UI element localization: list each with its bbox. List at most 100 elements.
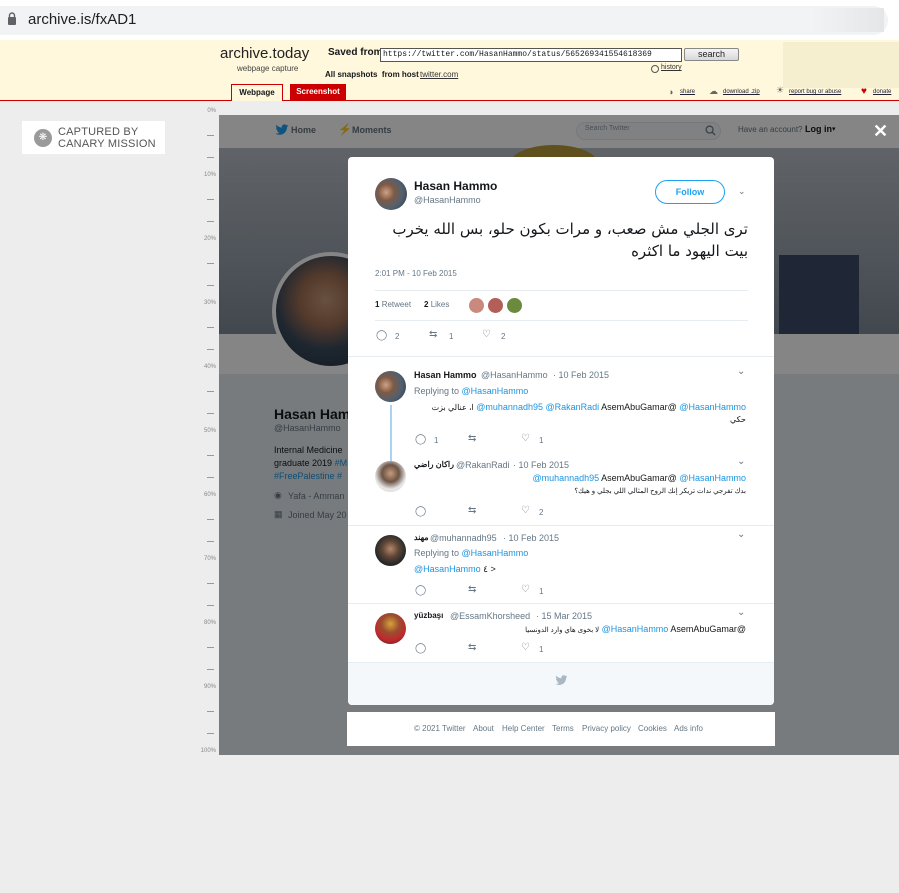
reply-date[interactable]: · 10 Feb 2015 — [513, 460, 569, 470]
footer-cookies[interactable]: Cookies — [638, 724, 667, 733]
ruler-tick — [207, 583, 214, 585]
close-icon[interactable]: ✕ — [873, 121, 888, 142]
history-link[interactable]: history — [661, 64, 682, 71]
reply-mention[interactable]: @HasanHammo — [602, 624, 669, 634]
replying-to: Replying to @HasanHammo — [414, 548, 528, 558]
reply-mention[interactable]: @HasanHammo — [414, 564, 481, 574]
ruler-label: 100% — [200, 748, 216, 754]
ruler-tick — [207, 668, 214, 670]
reply-author-name[interactable]: yüzbaşı — [414, 611, 443, 620]
ruler-label: 90% — [203, 684, 216, 690]
like-icon[interactable]: ♡ — [521, 505, 530, 516]
canary-line1: CAPTURED BY — [58, 126, 139, 138]
report-link[interactable]: report bug or abuse — [789, 89, 841, 95]
likes-stat[interactable]: 2 Likes — [424, 300, 449, 309]
liker-avatar-2[interactable] — [488, 298, 503, 313]
address-text[interactable]: archive.is/fxAD1 — [28, 11, 136, 28]
ruler-tick — [207, 284, 214, 286]
follow-button[interactable]: Follow — [655, 180, 725, 204]
retweet-stat[interactable]: 1 Retweet — [375, 300, 411, 309]
like-icon[interactable]: ♡ — [521, 433, 530, 444]
retweet-icon[interactable]: ⇆ — [429, 329, 437, 340]
ruler-tick — [207, 135, 214, 137]
search-button[interactable]: search — [684, 48, 739, 61]
reply-author-handle[interactable]: @HasanHammo — [481, 370, 548, 380]
saved-from-label: Saved from — [328, 47, 383, 58]
reply-menu-chevron-icon[interactable]: ⌄ — [737, 529, 745, 540]
footer-privacy[interactable]: Privacy policy — [582, 724, 631, 733]
reply-mention-b[interactable]: @HasanHammo — [679, 473, 746, 483]
reply-date[interactable]: · 10 Feb 2015 — [503, 533, 559, 543]
reply-icon[interactable]: ◯ — [415, 434, 426, 445]
divider — [348, 356, 774, 357]
saved-url-input[interactable]: https://twitter.com/HasanHammo/status/56… — [380, 48, 682, 62]
footer-ads[interactable]: Ads info — [674, 724, 703, 733]
reply-author-handle[interactable]: @muhannadh95 — [430, 533, 497, 543]
retweet-icon[interactable]: ⇆ — [468, 433, 476, 444]
reply-avatar[interactable] — [375, 535, 406, 566]
reply-menu-chevron-icon[interactable]: ⌄ — [737, 607, 745, 618]
like-icon[interactable]: ♡ — [482, 329, 491, 340]
liker-avatar-1[interactable] — [469, 298, 484, 313]
reply-date[interactable]: · 10 Feb 2015 — [553, 370, 609, 380]
reply-mentions[interactable]: @muhannadh95 @RakanRadi — [476, 402, 599, 412]
ruler-tick — [207, 348, 214, 350]
reply-avatar[interactable] — [375, 461, 406, 492]
ruler-tick — [207, 519, 214, 521]
reply-mention-a[interactable]: @muhannadh95 — [532, 473, 599, 483]
retweet-icon[interactable]: ⇆ — [468, 584, 476, 595]
replying-mention[interactable]: @HasanHammo — [462, 548, 529, 558]
footer-copyright: © 2021 Twitter — [414, 724, 466, 733]
replying-mention[interactable]: @HasanHammo — [462, 386, 529, 396]
reply-avatar[interactable] — [375, 371, 406, 402]
host-link[interactable]: twitter.com — [420, 70, 458, 79]
twitter-bird-icon — [555, 675, 568, 685]
tweet-text-line1: ترى الجلي مش صعب، و مرات بكون حلو، بس ال… — [392, 220, 748, 238]
reply-icon[interactable]: ◯ — [415, 643, 426, 654]
tweet-timestamp[interactable]: 2:01 PM - 10 Feb 2015 — [375, 269, 457, 278]
footer-terms[interactable]: Terms — [552, 724, 574, 733]
reply-menu-chevron-icon[interactable]: ⌄ — [737, 456, 745, 467]
tab-screenshot[interactable]: Screenshot — [290, 84, 346, 100]
reply-author-handle[interactable]: @RakanRadi — [456, 460, 510, 470]
archive-logo[interactable]: archive.today — [220, 45, 309, 62]
ruler-tick — [207, 647, 214, 649]
cloud-download-icon: ☁ — [709, 86, 718, 96]
reply-author-handle[interactable]: @EssamKhorsheed — [450, 611, 530, 621]
like-icon[interactable]: ♡ — [521, 584, 530, 595]
reply-text: @muhannadh95 AsemAbuGamar@ @HasanHammo — [414, 473, 746, 483]
retweet-icon[interactable]: ⇆ — [468, 642, 476, 653]
reply-icon[interactable]: ◯ — [376, 330, 387, 341]
reply-count: 1 — [434, 436, 439, 445]
footer-help[interactable]: Help Center — [502, 724, 545, 733]
footer-about[interactable]: About — [473, 724, 494, 733]
reply-author-name[interactable]: مهند — [414, 533, 429, 542]
reply-author-name[interactable]: Hasan Hammo — [414, 370, 477, 380]
reply-text-line2: بدك تفرجي ندات تريكر إنك الروح المثالي ا… — [574, 488, 746, 495]
retweet-icon[interactable]: ⇆ — [468, 505, 476, 516]
tab-webpage[interactable]: Webpage — [231, 84, 283, 101]
reply-date[interactable]: · 15 Mar 2015 — [536, 611, 592, 621]
reply-icon[interactable]: ◯ — [415, 506, 426, 517]
liker-avatar-3[interactable] — [507, 298, 522, 313]
ruler-tick — [207, 263, 214, 265]
share-link[interactable]: share — [680, 89, 695, 95]
likes-count: 2 — [424, 300, 429, 309]
ruler-label: 40% — [203, 364, 216, 370]
like-icon[interactable]: ♡ — [521, 642, 530, 653]
divider — [375, 290, 748, 291]
tweet-author-handle[interactable]: @HasanHammo — [414, 195, 481, 205]
ruler-tick — [207, 327, 214, 329]
like-count: 1 — [539, 587, 544, 596]
download-link[interactable]: download .zip — [723, 89, 760, 95]
tweet-author-name[interactable]: Hasan Hammo — [414, 179, 497, 193]
reply-mention-end[interactable]: @HasanHammo — [679, 402, 746, 412]
reply-tail: ٤ > — [483, 564, 496, 574]
tweet-menu-chevron-icon[interactable]: ⌄ — [738, 186, 746, 197]
tweet-author-avatar[interactable] — [375, 178, 407, 210]
donate-link[interactable]: donate — [873, 89, 891, 95]
reply-author-name[interactable]: راكان راضي — [414, 460, 454, 469]
reply-icon[interactable]: ◯ — [415, 585, 426, 596]
reply-menu-chevron-icon[interactable]: ⌄ — [737, 366, 745, 377]
reply-avatar[interactable] — [375, 613, 406, 644]
